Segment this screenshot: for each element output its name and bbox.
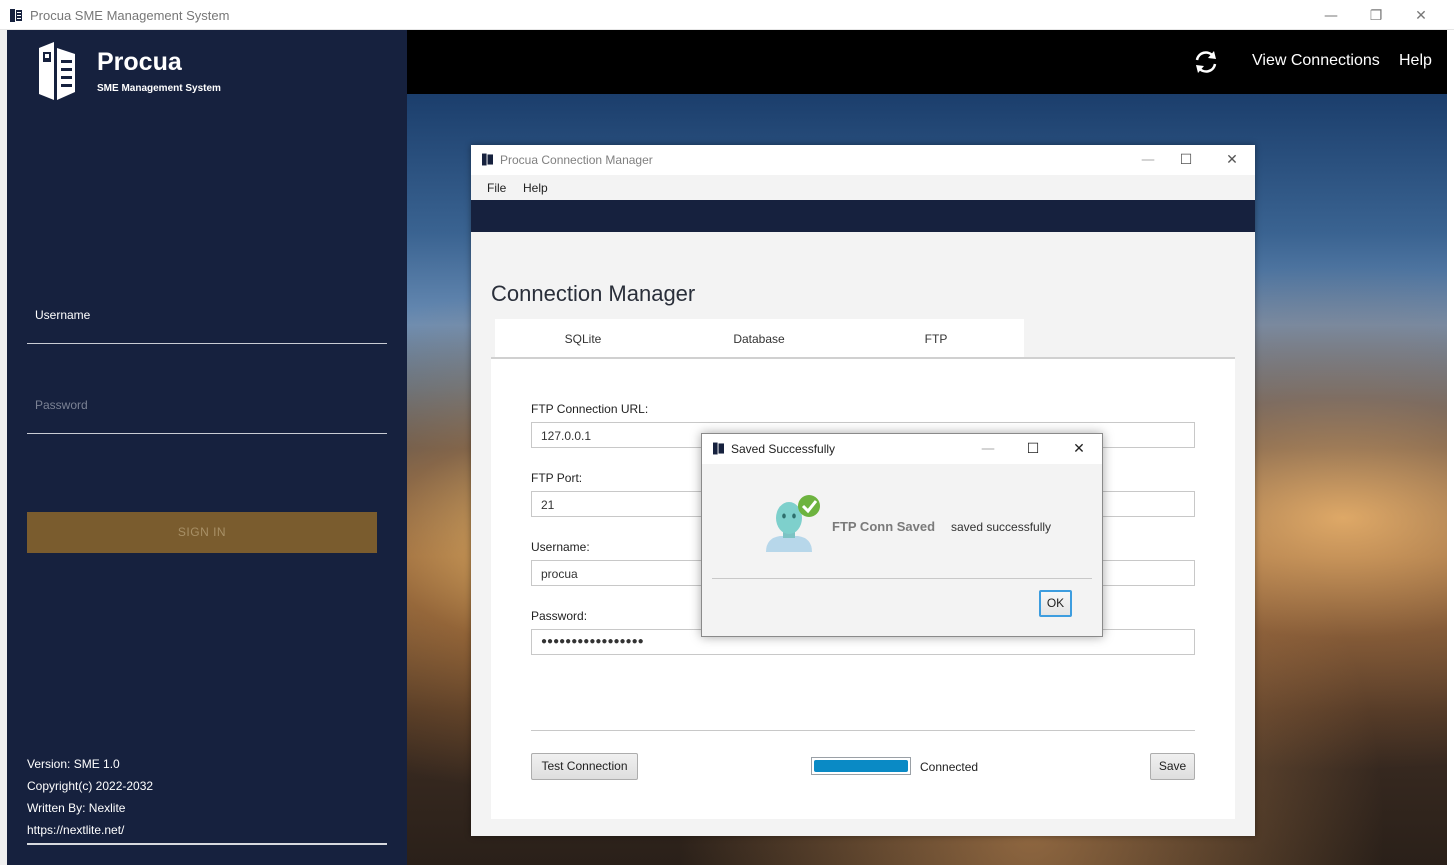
tab-sqlite[interactable]: SQLite xyxy=(495,319,671,359)
view-connections-link[interactable]: View Connections xyxy=(1252,52,1380,70)
tab-bar: SQLite Database FTP xyxy=(495,319,1024,359)
password-underline xyxy=(27,433,387,434)
ok-button[interactable]: OK xyxy=(1039,590,1072,617)
password-field[interactable]: Password xyxy=(35,398,88,412)
dialog-close-button[interactable]: ✕ xyxy=(1064,438,1094,460)
header-band xyxy=(471,200,1255,232)
form-divider xyxy=(531,730,1195,731)
website-link[interactable]: https://nextlite.net/ xyxy=(27,823,124,837)
username-underline xyxy=(27,343,387,344)
procua-app: Procua SME Management System — ❐ ✕ Procu… xyxy=(0,0,1454,865)
menu-help[interactable]: Help xyxy=(523,181,548,195)
ftp-password-label: Password: xyxy=(531,609,588,623)
restore-button[interactable]: ❐ xyxy=(1353,4,1399,28)
ftp-url-label: FTP Connection URL: xyxy=(531,402,649,416)
dialog-title: Saved Successfully xyxy=(731,442,836,456)
progress-fill xyxy=(814,760,908,772)
app-logo-icon xyxy=(482,153,493,166)
cm-maximize-button[interactable]: ☐ xyxy=(1163,148,1209,172)
connection-manager-title: Procua Connection Manager xyxy=(500,153,653,167)
sign-in-button[interactable]: SIGN IN xyxy=(27,512,377,553)
dialog-heading: FTP Conn Saved xyxy=(832,519,936,534)
tab-database[interactable]: Database xyxy=(671,319,847,359)
procua-logo-icon xyxy=(39,42,75,100)
main-window-title: Procua SME Management System xyxy=(30,8,230,23)
dialog-minimize-button[interactable]: — xyxy=(973,438,1003,460)
copyright-text: Copyright(c) 2022-2032 xyxy=(27,779,154,793)
minimize-button[interactable]: — xyxy=(1308,4,1354,28)
test-connection-button[interactable]: Test Connection xyxy=(531,753,638,780)
main-window-titlebar: Procua SME Management System — ❐ ✕ xyxy=(0,0,1454,30)
close-button[interactable]: ✕ xyxy=(1398,4,1444,28)
top-header: View Connections Help xyxy=(407,30,1447,94)
window-right-edge xyxy=(1447,30,1454,865)
ftp-username-label: Username: xyxy=(531,540,590,554)
success-user-icon xyxy=(766,495,820,552)
connection-status: Connected xyxy=(920,760,979,774)
help-link[interactable]: Help xyxy=(1399,52,1432,70)
cm-close-button[interactable]: ✕ xyxy=(1209,148,1255,172)
menu-file[interactable]: File xyxy=(487,181,506,195)
page-title: Connection Manager xyxy=(491,281,696,306)
dialog-divider xyxy=(712,578,1092,579)
dialog-message: saved successfully xyxy=(951,520,1052,534)
brand-tagline: SME Management System xyxy=(97,83,221,94)
author-text: Written By: Nexlite xyxy=(27,801,126,815)
tab-ftp[interactable]: FTP xyxy=(848,319,1024,359)
brand-name: Procua xyxy=(97,48,182,76)
username-field[interactable]: Username xyxy=(35,308,90,322)
save-button[interactable]: Save xyxy=(1150,753,1195,780)
footer-divider xyxy=(27,843,387,845)
refresh-icon[interactable] xyxy=(1192,48,1220,76)
menu-bar: File Help xyxy=(471,175,1255,200)
app-logo-icon xyxy=(10,9,22,22)
dialog-titlebar: Saved Successfully — ☐ ✕ xyxy=(702,434,1102,464)
ftp-port-label: FTP Port: xyxy=(531,471,583,485)
saved-dialog: Saved Successfully — ☐ ✕ FTP Conn Saved … xyxy=(701,433,1103,637)
connection-manager-titlebar: Procua Connection Manager — ☐ ✕ xyxy=(471,145,1255,175)
version-text: Version: SME 1.0 xyxy=(27,757,120,771)
app-logo-icon xyxy=(713,442,724,455)
login-sidebar: Procua SME Management System Username Pa… xyxy=(7,30,407,865)
dialog-maximize-button[interactable]: ☐ xyxy=(1018,438,1048,460)
connection-progress-bar xyxy=(811,757,911,775)
